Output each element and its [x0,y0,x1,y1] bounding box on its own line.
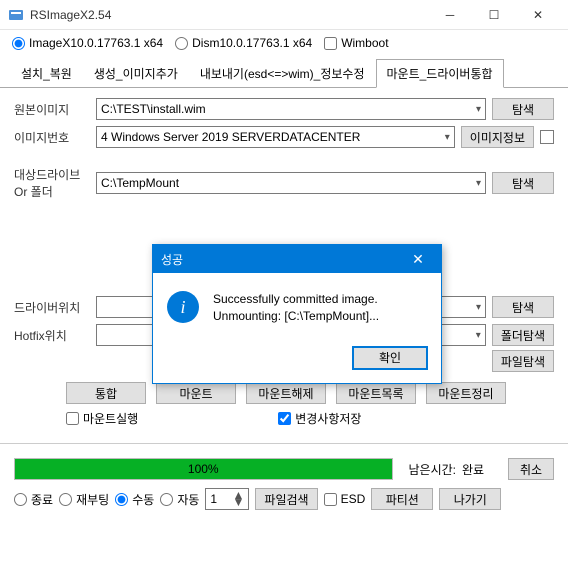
hotfix-folderbrowse-button[interactable]: 폴더탐색 [492,324,554,346]
chevron-down-icon: ▾ [476,178,481,189]
tab-install[interactable]: 설치_복원 [10,59,83,88]
tab-strip: 설치_복원 생성_이미지추가 내보내기(esd<=>wim)_정보수정 마운트_… [0,58,568,88]
check-savechanges[interactable]: 변경사항저장 [278,410,361,427]
unmount-button[interactable]: 마운트해제 [246,382,326,404]
check-wimboot[interactable]: Wimboot [324,36,388,50]
dialog-ok-button[interactable]: 확인 [353,347,427,369]
minimize-button[interactable]: ─ [428,0,472,30]
partition-button[interactable]: 파티션 [371,488,433,510]
action-button-row: 통합 마운트 마운트해제 마운트목록 마운트정리 [14,382,554,404]
bottom-area: 100% 남은시간: 완료 취소 종료 재부팅 수동 자동 1 ▲▼ 파일검색 … [0,450,568,526]
separator [0,443,568,444]
radio-imagex[interactable]: ImageX10.0.17763.1 x64 [12,36,163,50]
chevron-down-icon: ▾ [445,132,450,143]
imageinfo-button[interactable]: 이미지정보 [461,126,534,148]
hotfix-label: Hotfix위치 [14,324,90,344]
hotfix-filebrowse-button[interactable]: 파일탐색 [492,350,554,372]
index-combo[interactable]: 4 Windows Server 2019 SERVERDATACENTER▾ [96,126,455,148]
radio-shutdown[interactable]: 종료 [14,491,53,508]
dialog-titlebar: 성공 ✕ [153,245,441,273]
window-controls: ─ ☐ ✕ [428,0,560,30]
progress-bar: 100% [14,458,393,480]
dialog-close-icon[interactable]: ✕ [403,251,433,268]
dialog-title: 성공 [161,251,183,268]
check-row: 마운트실행 변경사항저장 [14,410,554,427]
tab-create[interactable]: 생성_이미지추가 [83,59,189,88]
check-mountexec[interactable]: 마운트실행 [66,410,138,427]
tab-mount[interactable]: 마운트_드라이버통합 [376,59,504,88]
mountlist-button[interactable]: 마운트목록 [336,382,416,404]
index-checkbox[interactable] [540,130,554,144]
close-button[interactable]: ✕ [516,0,560,30]
source-combo[interactable]: C:\TEST\install.wim▾ [96,98,486,120]
remain-label: 남은시간: [409,461,457,478]
window-title: RSImageX2.54 [30,8,428,22]
driver-browse-button[interactable]: 탐색 [492,296,554,318]
radio-manual[interactable]: 수동 [115,491,154,508]
mountclean-button[interactable]: 마운트정리 [426,382,506,404]
driver-label: 드라이버위치 [14,299,90,316]
source-browse-button[interactable]: 탐색 [492,98,554,120]
chevron-down-icon: ▾ [476,302,481,313]
tab-export[interactable]: 내보내기(esd<=>wim)_정보수정 [189,59,376,88]
target-browse-button[interactable]: 탐색 [492,172,554,194]
filesearch-button[interactable]: 파일검색 [255,488,317,510]
radio-dism[interactable]: Dism10.0.17763.1 x64 [175,36,312,50]
radio-reboot[interactable]: 재부팅 [59,491,109,508]
index-label: 이미지번호 [14,129,90,146]
progress-percent: 100% [15,459,392,479]
radio-auto[interactable]: 자동 [160,491,199,508]
engine-row: ImageX10.0.17763.1 x64 Dism10.0.17763.1 … [0,30,568,56]
integrate-button[interactable]: 통합 [66,382,146,404]
dialog-message: Successfully committed image. Unmounting… [213,291,427,325]
chevron-down-icon: ▾ [476,330,481,341]
app-icon [8,7,24,23]
source-label: 원본이미지 [14,101,90,118]
target-combo[interactable]: C:\TempMount▾ [96,172,486,194]
success-dialog: 성공 ✕ i Successfully committed image. Unm… [152,244,442,384]
remain-value: 완료 [462,461,502,478]
exit-button[interactable]: 나가기 [439,488,501,510]
check-esd[interactable]: ESD [324,492,366,506]
delay-spinner[interactable]: 1 ▲▼ [205,488,249,510]
chevron-down-icon: ▾ [476,104,481,115]
titlebar: RSImageX2.54 ─ ☐ ✕ [0,0,568,30]
mount-button[interactable]: 마운트 [156,382,236,404]
maximize-button[interactable]: ☐ [472,0,516,30]
cancel-button[interactable]: 취소 [508,458,554,480]
target-label: 대상드라이브 Or 폴더 [14,166,90,200]
info-icon: i [167,291,199,323]
